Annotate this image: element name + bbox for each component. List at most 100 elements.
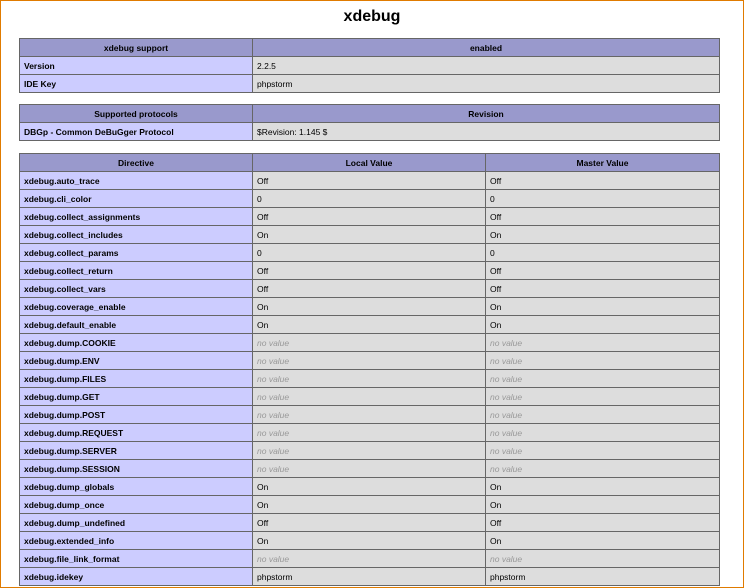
- no-value-text: no value: [257, 409, 290, 420]
- table-row: xdebug.dump.POST no value no value: [19, 405, 720, 424]
- table-row: xdebug.dump_globals On On: [19, 477, 720, 496]
- table-row: xdebug.dump.SESSION no value no value: [19, 459, 720, 478]
- table-row: IDE Key phpstorm: [19, 74, 720, 93]
- master-value: no value: [485, 333, 720, 352]
- directive-name: xdebug.collect_return: [19, 261, 253, 280]
- table-row: DBGp - Common DeBuGger Protocol $Revisio…: [19, 122, 720, 141]
- master-value: On: [485, 297, 720, 316]
- table-row: xdebug.auto_trace Off Off: [19, 171, 720, 190]
- table-row: Version 2.2.5: [19, 56, 720, 75]
- no-value-text: no value: [257, 553, 290, 564]
- no-value-text: no value: [490, 463, 523, 474]
- table-row: xdebug.coverage_enable On On: [19, 297, 720, 316]
- local-value: no value: [252, 387, 486, 406]
- table-row: xdebug.dump.SERVER no value no value: [19, 441, 720, 460]
- no-value-text: no value: [490, 391, 523, 402]
- table-header-row: xdebug support enabled: [19, 38, 720, 57]
- row-label: Version: [19, 56, 253, 75]
- table-row: xdebug.collect_params 0 0: [19, 243, 720, 262]
- no-value-text: no value: [257, 391, 290, 402]
- master-value: no value: [485, 405, 720, 424]
- directive-name: xdebug.cli_color: [19, 189, 253, 208]
- directive-name: xdebug.collect_includes: [19, 225, 253, 244]
- table-row: xdebug.idekey phpstorm phpstorm: [19, 567, 720, 586]
- directive-name: xdebug.default_enable: [19, 315, 253, 334]
- local-value: On: [252, 477, 486, 496]
- master-value: 0: [485, 243, 720, 262]
- table-row: xdebug.dump.FILES no value no value: [19, 369, 720, 388]
- table-row: xdebug.file_link_format no value no value: [19, 549, 720, 568]
- row-label: IDE Key: [19, 74, 253, 93]
- directive-name: xdebug.dump.GET: [19, 387, 253, 406]
- local-value: no value: [252, 351, 486, 370]
- local-value: On: [252, 297, 486, 316]
- local-value: Off: [252, 261, 486, 280]
- table-row: xdebug.dump.ENV no value no value: [19, 351, 720, 370]
- master-value: Off: [485, 207, 720, 226]
- column-header: Revision: [252, 104, 720, 123]
- directive-name: xdebug.dump.SESSION: [19, 459, 253, 478]
- row-value: $Revision: 1.145 $: [252, 122, 720, 141]
- table-header-row: Supported protocols Revision: [19, 104, 720, 123]
- directive-name: xdebug.dump.POST: [19, 405, 253, 424]
- no-value-text: no value: [490, 553, 523, 564]
- column-header: Supported protocols: [19, 104, 253, 123]
- column-header-master-value: Master Value: [485, 153, 720, 172]
- table-row: xdebug.default_enable On On: [19, 315, 720, 334]
- no-value-text: no value: [257, 373, 290, 384]
- directive-name: xdebug.dump.SERVER: [19, 441, 253, 460]
- no-value-text: no value: [490, 373, 523, 384]
- no-value-text: no value: [490, 355, 523, 366]
- local-value: no value: [252, 405, 486, 424]
- local-value: no value: [252, 549, 486, 568]
- local-value: On: [252, 225, 486, 244]
- directive-name: xdebug.auto_trace: [19, 171, 253, 190]
- column-header-local-value: Local Value: [252, 153, 486, 172]
- xdebug-support-table: xdebug support enabled Version 2.2.5 IDE…: [19, 38, 720, 93]
- master-value: no value: [485, 423, 720, 442]
- local-value: no value: [252, 423, 486, 442]
- master-value: no value: [485, 369, 720, 388]
- local-value: no value: [252, 369, 486, 388]
- directives-table: Directive Local Value Master Value xdebu…: [19, 153, 720, 586]
- master-value: Off: [485, 261, 720, 280]
- master-value: On: [485, 225, 720, 244]
- row-label: DBGp - Common DeBuGger Protocol: [19, 122, 253, 141]
- directive-name: xdebug.collect_vars: [19, 279, 253, 298]
- local-value: On: [252, 495, 486, 514]
- directive-name: xdebug.dump_undefined: [19, 513, 253, 532]
- local-value: Off: [252, 513, 486, 532]
- directive-name: xdebug.dump_globals: [19, 477, 253, 496]
- directive-name: xdebug.extended_info: [19, 531, 253, 550]
- no-value-text: no value: [257, 445, 290, 456]
- master-value: Off: [485, 171, 720, 190]
- master-value: On: [485, 495, 720, 514]
- directive-name: xdebug.dump.FILES: [19, 369, 253, 388]
- row-value: phpstorm: [252, 74, 720, 93]
- master-value: no value: [485, 387, 720, 406]
- master-value: 0: [485, 189, 720, 208]
- page-title: xdebug: [343, 8, 401, 25]
- no-value-text: no value: [257, 463, 290, 474]
- directive-name: xdebug.dump.ENV: [19, 351, 253, 370]
- local-value: Off: [252, 207, 486, 226]
- local-value: Off: [252, 279, 486, 298]
- master-value: phpstorm: [485, 567, 720, 586]
- master-value: On: [485, 531, 720, 550]
- column-header-directive: Directive: [19, 153, 253, 172]
- table-row: xdebug.dump.GET no value no value: [19, 387, 720, 406]
- no-value-text: no value: [257, 337, 290, 348]
- directive-name: xdebug.dump_once: [19, 495, 253, 514]
- master-value: On: [485, 477, 720, 496]
- local-value: On: [252, 315, 486, 334]
- local-value: no value: [252, 441, 486, 460]
- table-header-row: Directive Local Value Master Value: [19, 153, 720, 172]
- master-value: no value: [485, 459, 720, 478]
- directive-name: xdebug.collect_assignments: [19, 207, 253, 226]
- table-row: xdebug.dump_undefined Off Off: [19, 513, 720, 532]
- local-value: On: [252, 531, 486, 550]
- directive-name: xdebug.file_link_format: [19, 549, 253, 568]
- local-value: Off: [252, 171, 486, 190]
- local-value: 0: [252, 189, 486, 208]
- local-value: 0: [252, 243, 486, 262]
